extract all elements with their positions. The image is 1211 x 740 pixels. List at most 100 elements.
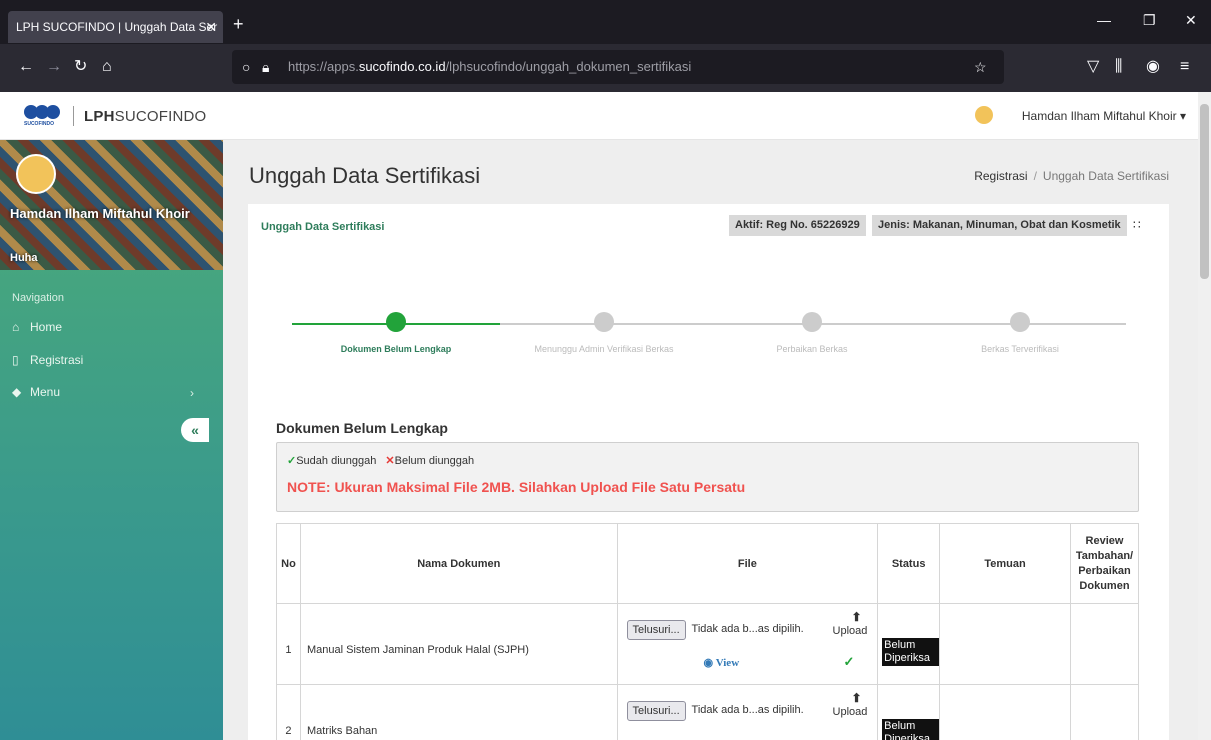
browser-tab[interactable]: LPH SUCOFINDO | Unggah Data Ser ✕ <box>8 11 223 43</box>
reload-icon[interactable]: ↻ <box>74 58 87 76</box>
legend-not-uploaded: Belum diunggah <box>394 455 475 467</box>
lock-icon[interactable]: 🔒︎ <box>262 50 269 84</box>
url-bar[interactable]: ○ 🔒︎ https://apps.sucofindo.co.id/lphsuc… <box>232 50 1004 84</box>
browser-nav-bar: ← → ↻ ⌂ ○ 🔒︎ https://apps.sucofindo.co.i… <box>0 44 1211 92</box>
col-header-name: Nama Dokumen <box>299 523 618 604</box>
sidebar-item-home[interactable]: ⌂ Home <box>12 320 62 334</box>
browse-button[interactable]: Telusuri... <box>626 620 686 640</box>
url-prefix: https://apps. <box>288 59 359 74</box>
upload-note: NOTE: Ukuran Maksimal File 2MB. Silahkan… <box>287 479 746 495</box>
step-label-2: Menunggu Admin Verifikasi Berkas <box>534 344 674 354</box>
maximize-icon[interactable]: ❐ <box>1143 12 1156 29</box>
breadcrumb-link[interactable]: Registrasi <box>974 169 1027 183</box>
col-header-review: Review Tambahan/ Perbaikan Dokumen <box>1069 523 1140 604</box>
step-dot-3 <box>802 312 822 332</box>
no-file-text: Tidak ada b...as dipilih. <box>691 623 804 635</box>
shield-icon[interactable]: ○ <box>242 50 250 84</box>
upload-card: Unggah Data Sertifikasi Aktif: Reg No. 6… <box>248 204 1169 740</box>
document-name: Manual Sistem Jaminan Produk Halal (SJPH… <box>299 603 618 685</box>
logo-divider <box>73 106 74 126</box>
user-name: Hamdan Ilham Miftahul Khoir <box>1021 109 1177 123</box>
caret-down-icon: ▾ <box>1179 109 1186 123</box>
section-title: Dokumen Belum Lengkap <box>276 420 448 436</box>
profile-username: Huha <box>10 252 38 264</box>
scrollbar-thumb[interactable] <box>1200 104 1209 279</box>
document-name: Matriks Bahan <box>299 684 618 740</box>
upload-button[interactable]: Upload <box>833 625 868 637</box>
status-cell: Belum Diperiksa <box>877 684 941 740</box>
document-table: No Nama Dokumen File Status Temuan Revie… <box>276 523 1140 740</box>
col-header-file: File <box>616 523 879 604</box>
table-row: 1 Manual Sistem Jaminan Produk Halal (SJ… <box>276 603 1140 685</box>
col-header-status: Status <box>877 523 941 604</box>
page-title: Unggah Data Sertifikasi <box>249 163 481 188</box>
sidebar-collapse-button[interactable]: « <box>181 418 209 442</box>
main-content: Unggah Data Sertifikasi Registrasi / Ungga… <box>223 140 1198 740</box>
window-close-icon[interactable]: ✕ <box>1185 12 1197 29</box>
cube-icon: ◆ <box>12 385 22 399</box>
findings-cell <box>939 603 1071 685</box>
sidebar-item-menu[interactable]: ◆ Menu <box>12 385 60 399</box>
nav-label: Navigation <box>12 292 64 304</box>
home-icon: ⌂ <box>12 320 20 334</box>
view-link[interactable]: ◉ View <box>704 656 740 669</box>
browse-button[interactable]: Telusuri... <box>626 701 686 721</box>
tab-title: LPH SUCOFINDO | Unggah Data Ser <box>16 20 218 34</box>
page-scrollbar[interactable] <box>1198 92 1211 740</box>
info-box: ✓Sudah diunggah ✕Belum diunggah NOTE: Uk… <box>276 442 1139 512</box>
type-badge: Jenis: Makanan, Minuman, Obat dan Kosmet… <box>872 215 1127 236</box>
review-cell <box>1069 603 1140 685</box>
browser-tab-bar: LPH SUCOFINDO | Unggah Data Ser ✕ + — ❐ … <box>0 0 1211 44</box>
col-header-findings: Temuan <box>939 523 1071 604</box>
breadcrumb-current: Unggah Data Sertifikasi <box>1042 169 1169 183</box>
sidebar: Hamdan Ilham Miftahul Khoir Huha Navigat… <box>0 140 223 740</box>
tab-close-icon[interactable]: ✕ <box>205 11 217 43</box>
profile-name: Hamdan Ilham Miftahul Khoir <box>10 206 190 221</box>
card-title: Unggah Data Sertifikasi <box>261 221 385 233</box>
row-number: 1 <box>276 603 301 685</box>
no-file-text: Tidak ada b...as dipilih. <box>691 704 804 716</box>
url-path: /lphsucofindo/unggah_dokumen_sertifikasi <box>445 59 692 74</box>
file-cell: Telusuri... Tidak ada b...as dipilih. ⬆ … <box>616 603 879 685</box>
upload-icon[interactable]: ⬆ <box>845 610 869 624</box>
upload-button[interactable]: Upload <box>833 706 868 718</box>
status-legend: ✓Sudah diunggah ✕Belum diunggah <box>287 454 474 467</box>
user-avatar[interactable] <box>975 106 993 124</box>
pocket-icon[interactable]: ▽ <box>1087 58 1099 76</box>
eye-icon: ◉ <box>703 657 714 669</box>
sidebar-profile: Hamdan Ilham Miftahul Khoir Huha <box>0 140 223 270</box>
row-number: 2 <box>276 684 301 740</box>
uploaded-check-icon: ✓ <box>843 654 855 669</box>
logo-text: SUCOFINDO <box>24 121 54 127</box>
library-icon[interactable]: ⫼ <box>1115 58 1122 76</box>
account-icon[interactable]: ◉ <box>1146 58 1160 76</box>
file-cell: Telusuri... Tidak ada b...as dipilih. ⬆ … <box>616 684 879 740</box>
step-label-3: Perbaikan Berkas <box>776 344 848 354</box>
forward-icon[interactable]: → <box>46 58 62 76</box>
step-label-4: Berkas Terverifikasi <box>981 344 1059 354</box>
check-icon: ✓ <box>287 455 297 467</box>
breadcrumb: Registrasi / Unggah Data Sertifikasi <box>974 169 1169 183</box>
review-cell <box>1069 684 1140 740</box>
reg-badge: Aktif: Reg No. 65226929 <box>729 215 866 236</box>
brand-name[interactable]: LPHSUCOFINDO <box>84 108 206 125</box>
findings-cell <box>939 684 1071 740</box>
card-options-icon[interactable]: ∷ <box>1133 218 1141 232</box>
bookmark-star-icon[interactable]: ☆ <box>974 50 987 84</box>
home-browser-icon[interactable]: ⌂ <box>102 58 112 76</box>
sucofindo-logo[interactable]: SUCOFINDO <box>24 102 68 130</box>
legend-uploaded: Sudah diunggah <box>296 455 377 467</box>
new-tab-button[interactable]: + <box>233 14 244 34</box>
profile-avatar <box>16 154 56 194</box>
upload-icon[interactable]: ⬆ <box>845 691 869 705</box>
step-dot-1 <box>386 312 406 332</box>
step-dot-2 <box>594 312 614 332</box>
menu-icon[interactable]: ≡ <box>1180 58 1189 76</box>
user-menu[interactable]: Hamdan Ilham Miftahul Khoir ▾ <box>1022 109 1186 123</box>
status-cell: Belum Diperiksa <box>877 603 941 685</box>
back-icon[interactable]: ← <box>18 58 34 76</box>
app-header: SUCOFINDO LPHSUCOFINDO Hamdan Ilham Mift… <box>0 92 1198 140</box>
chevron-right-icon: › <box>190 386 194 400</box>
minimize-icon[interactable]: — <box>1097 12 1111 28</box>
sidebar-item-registrasi[interactable]: ▯ Registrasi <box>12 353 83 367</box>
